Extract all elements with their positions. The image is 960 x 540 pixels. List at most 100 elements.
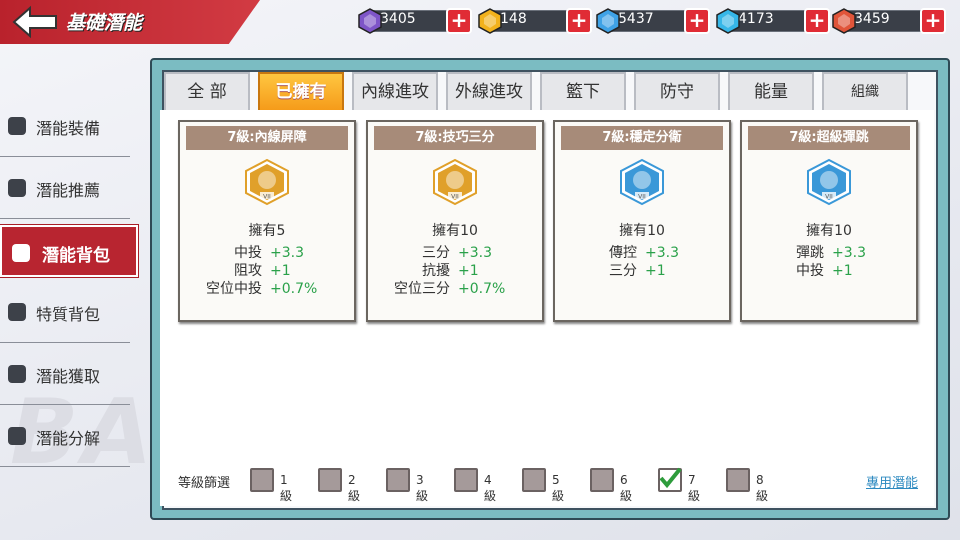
potential-badge-icon: VII — [806, 158, 852, 206]
level-checkbox-2[interactable] — [318, 468, 342, 492]
stat-row: 中投 +3.3 — [180, 242, 354, 262]
stat-name: 空位中投 — [206, 281, 262, 297]
stat-name: 阻攻 — [234, 263, 262, 279]
sidebar-item-label: 特質背包 — [36, 305, 101, 324]
level-label: 8級 — [756, 473, 769, 503]
potential-card[interactable]: 7級:內線屏障 VII 擁有5 中投 +3.3 阻攻 +1 空位中投 +0.7% — [178, 120, 356, 322]
sidebar-item-label: 潛能推薦 — [36, 181, 101, 200]
level-checkbox-6[interactable] — [590, 468, 614, 492]
card-title: 7級:穩定分衛 — [561, 126, 723, 150]
owned-count: 擁有10 — [619, 223, 665, 239]
stat-value: +3.3 — [645, 245, 679, 261]
sidebar-item-label: 潛能獲取 — [36, 367, 101, 386]
special-potential-link[interactable]: 專用潛能 — [866, 472, 918, 491]
currency-value: 3459 — [854, 11, 890, 27]
purple-gem-icon — [358, 8, 382, 34]
level-checkbox-3[interactable] — [386, 468, 410, 492]
sidebar-item-1[interactable]: 潛能推薦 — [0, 157, 130, 219]
level-label: 3級 — [416, 473, 429, 503]
stat-value: +1 — [832, 263, 853, 279]
tab-3[interactable]: 外線進攻 — [446, 72, 532, 110]
potential-badge-icon: VII — [619, 158, 665, 206]
stat-name: 抗擾 — [422, 263, 450, 279]
tab-1[interactable]: 已擁有 — [258, 72, 344, 110]
owned-count: 擁有10 — [806, 223, 852, 239]
card-title: 7級:內線屏障 — [186, 126, 348, 150]
decompose-icon — [8, 427, 26, 445]
sidebar-item-3[interactable]: 特質背包 — [0, 281, 130, 343]
stat-value: +1 — [458, 263, 479, 279]
add-currency-button[interactable]: + — [804, 8, 830, 34]
stat-row: 三分 +3.3 — [368, 242, 542, 262]
tab-6[interactable]: 能量 — [728, 72, 814, 110]
svg-text:VII: VII — [451, 194, 459, 201]
sidebar-item-label: 潛能分解 — [36, 429, 101, 448]
diamond-icon — [716, 8, 740, 34]
level-label: 4級 — [484, 473, 497, 503]
sidebar-item-4[interactable]: 潛能獲取 — [0, 343, 130, 405]
back-arrow-icon[interactable] — [10, 4, 60, 40]
stat-name: 空位三分 — [394, 281, 450, 297]
stat-value: +3.3 — [832, 245, 866, 261]
level-checkbox-1[interactable] — [250, 468, 274, 492]
stat-row: 空位三分 +0.7% — [368, 278, 542, 298]
level-checkbox-7[interactable] — [658, 467, 682, 492]
stat-name: 三分 — [422, 245, 450, 261]
card-title: 7級:超級彈跳 — [748, 126, 910, 150]
currency-value: 4173 — [738, 11, 774, 27]
top-bar: 基礎潛能 3405 +148 +5437 +4173 +3459 + — [0, 0, 960, 44]
tab-5[interactable]: 防守 — [634, 72, 720, 110]
sidebar: 潛能裝備潛能推薦潛能背包特質背包潛能獲取潛能分解 — [0, 95, 138, 467]
potential-card[interactable]: 7級:超級彈跳 VII 擁有10 彈跳 +3.3 中投 +1 — [740, 120, 918, 322]
tab-4[interactable]: 籃下 — [540, 72, 626, 110]
add-currency-button[interactable]: + — [684, 8, 710, 34]
tab-2[interactable]: 內線進攻 — [352, 72, 438, 110]
level-checkbox-5[interactable] — [522, 468, 546, 492]
level-label: 6級 — [620, 473, 633, 503]
stat-row: 抗擾 +1 — [368, 260, 542, 280]
stat-row: 傳控 +3.3 — [555, 242, 729, 262]
sidebar-item-5[interactable]: 潛能分解 — [0, 405, 130, 467]
level-checkbox-8[interactable] — [726, 468, 750, 492]
potential-card[interactable]: 7級:穩定分衛 VII 擁有10 傳控 +3.3 三分 +1 — [553, 120, 731, 322]
stat-value: +0.7% — [458, 281, 506, 297]
svg-text:VII: VII — [638, 194, 646, 201]
level-label: 1級 — [280, 473, 293, 503]
page-title: 基礎潛能 — [66, 12, 143, 34]
sidebar-item-label: 潛能背包 — [42, 246, 110, 266]
potential-badge-icon: VII — [244, 158, 290, 206]
level-label: 7級 — [688, 473, 701, 503]
stat-row: 中投 +1 — [742, 260, 916, 280]
stat-value: +1 — [645, 263, 666, 279]
stat-name: 中投 — [234, 245, 262, 261]
potential-card[interactable]: 7級:技巧三分 VII 擁有10 三分 +3.3 抗擾 +1 空位三分 +0.7% — [366, 120, 544, 322]
level-checkbox-4[interactable] — [454, 468, 478, 492]
tab-0[interactable]: 全 部 — [164, 72, 250, 110]
add-currency-button[interactable]: + — [446, 8, 472, 34]
blue-crystal-icon — [596, 8, 620, 34]
bag-icon — [12, 244, 30, 262]
tab-7[interactable]: 組織 — [822, 72, 908, 110]
recommend-icon — [8, 179, 26, 197]
potential-badge-icon: VII — [432, 158, 478, 206]
stat-name: 傳控 — [609, 245, 637, 261]
stat-value: +0.7% — [270, 281, 318, 297]
currency-value: 5437 — [618, 11, 654, 27]
stat-name: 彈跳 — [796, 245, 824, 261]
svg-text:VII: VII — [263, 194, 271, 201]
add-currency-button[interactable]: + — [566, 8, 592, 34]
filter-label: 等級篩選 — [178, 476, 231, 491]
stat-name: 三分 — [609, 263, 637, 279]
ticket-icon — [832, 8, 856, 34]
sidebar-item-2[interactable]: 潛能背包 — [0, 219, 138, 281]
currency-value: 148 — [500, 11, 527, 27]
owned-count: 擁有10 — [432, 223, 478, 239]
stat-value: +1 — [270, 263, 291, 279]
stat-row: 三分 +1 — [555, 260, 729, 280]
stat-name: 中投 — [796, 263, 824, 279]
sidebar-item-label: 潛能裝備 — [36, 119, 101, 138]
add-currency-button[interactable]: + — [920, 8, 946, 34]
sidebar-item-0[interactable]: 潛能裝備 — [0, 95, 130, 157]
card-title: 7級:技巧三分 — [374, 126, 536, 150]
gold-coin-icon — [478, 8, 502, 34]
